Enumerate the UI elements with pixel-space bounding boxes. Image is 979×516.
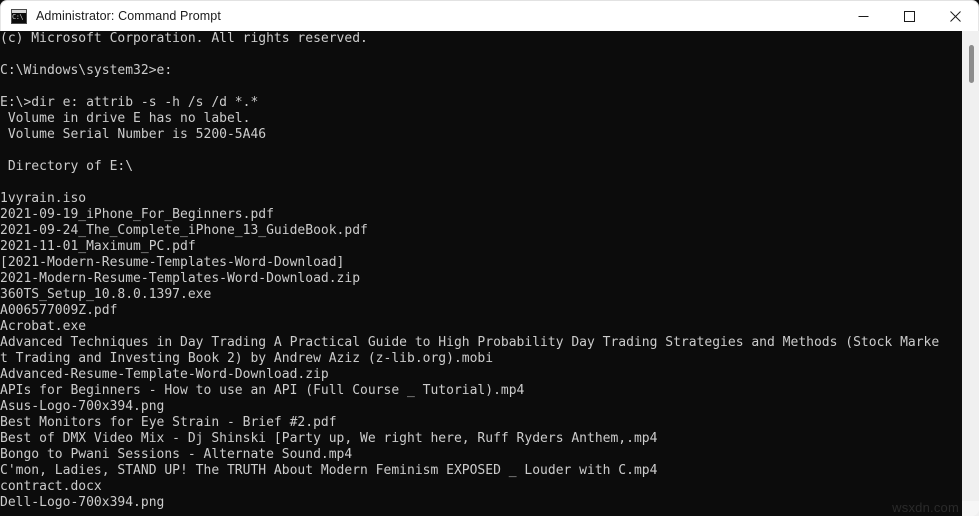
console-line: Volume in drive E has no label. (0, 111, 251, 126)
console-body[interactable]: (c) Microsoft Corporation. All rights re… (0, 31, 979, 516)
maximize-icon (903, 10, 915, 22)
console-line: 2021-11-01_Maximum_PC.pdf (0, 239, 196, 254)
command-prompt-window: C:\ Administrator: Command Prompt (c) Mi… (0, 0, 979, 516)
close-button[interactable] (932, 1, 978, 32)
console-line: 2021-Modern-Resume-Templates-Word-Downlo… (0, 271, 361, 286)
maximize-button[interactable] (886, 1, 932, 32)
window-controls (840, 1, 978, 32)
console-line: contract.docx (0, 479, 102, 494)
cmd-icon-glyph: C:\ (12, 12, 24, 21)
console-line: C:\Windows\system32>e: (0, 63, 173, 78)
console-line: [2021-Modern-Resume-Templates-Word-Downl… (0, 255, 345, 270)
close-icon (949, 10, 961, 22)
console-line: Asus-Logo-700x394.png (0, 399, 165, 414)
console-line: 2021-09-24_The_Complete_iPhone_13_GuideB… (0, 223, 368, 238)
console-line: Dell-Logo-700x394.png (0, 495, 165, 510)
scrollbar-thumb[interactable] (969, 45, 974, 83)
console-line: t Trading and Investing Book 2) by Andre… (0, 351, 494, 366)
console-line: Advanced-Resume-Template-Word-Download.z… (0, 367, 329, 382)
console-line: C'mon, Ladies, STAND UP! The TRUTH About… (0, 463, 658, 478)
scrollbar-corner (962, 501, 979, 516)
window-title: Administrator: Command Prompt (36, 9, 221, 23)
console-line: Bongo to Pwani Sessions - Alternate Soun… (0, 447, 353, 462)
console-line: Best Monitors for Eye Strain - Brief #2.… (0, 415, 337, 430)
console-line: 360TS_Setup_10.8.0.1397.exe (0, 287, 212, 302)
console-line: E:\>dir e: attrib -s -h /s /d *.* (0, 95, 259, 110)
console-output: (c) Microsoft Corporation. All rights re… (0, 31, 962, 516)
vertical-scrollbar[interactable] (962, 31, 979, 516)
console-line: 1vyrain.iso (0, 191, 87, 206)
console-line: Advanced Techniques in Day Trading A Pra… (0, 335, 940, 350)
console-line: Volume Serial Number is 5200-5A46 (0, 127, 267, 142)
console-line: 2021-09-19_iPhone_For_Beginners.pdf (0, 207, 274, 222)
console-line: (c) Microsoft Corporation. All rights re… (0, 31, 368, 46)
console-line: Directory of E:\ (0, 159, 134, 174)
minimize-icon (858, 15, 868, 17)
watermark: wsxdn.com (892, 500, 959, 515)
title-bar[interactable]: C:\ Administrator: Command Prompt (0, 0, 979, 31)
minimize-button[interactable] (840, 1, 886, 32)
console-line: Acrobat.exe (0, 319, 87, 334)
console-line: A006577009Z.pdf (0, 303, 118, 318)
console-line: Best of DMX Video Mix - Dj Shinski [Part… (0, 431, 658, 446)
console-line: APIs for Beginners - How to use an API (… (0, 383, 525, 398)
cmd-icon: C:\ (11, 8, 27, 24)
